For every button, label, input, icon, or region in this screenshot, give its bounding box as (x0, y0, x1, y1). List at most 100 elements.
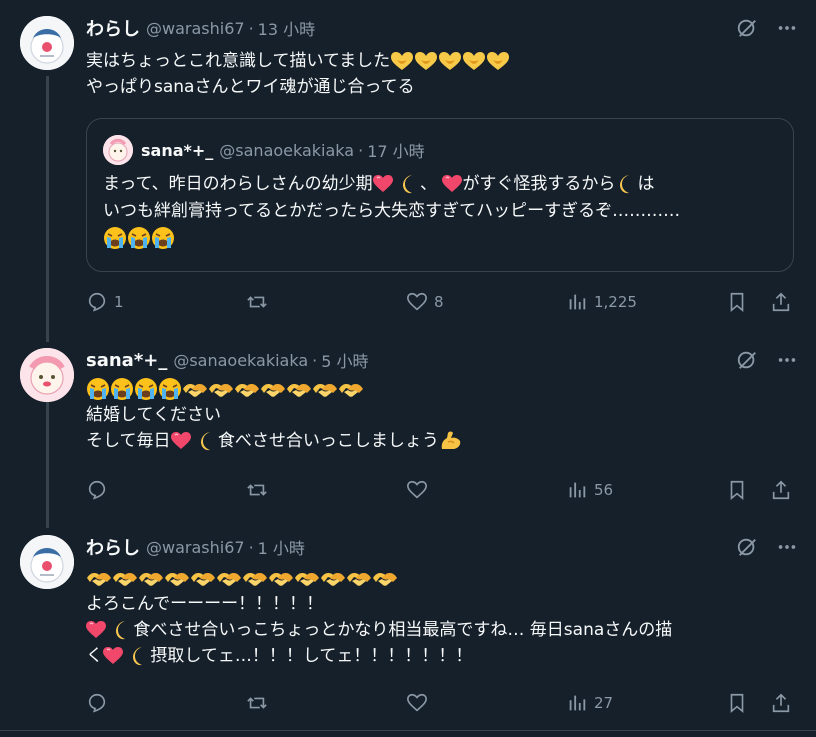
bookmark-button[interactable] (726, 290, 748, 314)
views-icon (569, 695, 586, 711)
handshake-emoji-icon (338, 378, 364, 400)
reply-button[interactable]: 1 (86, 290, 124, 314)
tweet-header: わらし @warashi67 · 1 小時 (86, 534, 305, 560)
text-fragment: 食べさせ合いっこちょっとかなり相当最高ですね… 毎日sanaさんの描 (133, 620, 673, 640)
retweet-icon (247, 697, 267, 709)
more-icon[interactable] (776, 536, 798, 558)
reply-icon (88, 693, 106, 713)
share-icon (772, 693, 790, 713)
share-button[interactable] (770, 691, 792, 715)
like-icon (407, 292, 427, 311)
share-button[interactable] (770, 290, 792, 314)
text-line: 実はちょっとこれ意識して描いてました (86, 51, 391, 71)
handshake-emoji-icon (216, 567, 242, 589)
like-button[interactable]: 8 (406, 290, 444, 314)
timestamp[interactable]: 5 小時 (321, 348, 368, 372)
reply-icon (88, 292, 106, 312)
text-fragment: がすぐ怪我するから (462, 174, 616, 194)
share-icon (772, 480, 790, 500)
grok-icon[interactable] (736, 536, 758, 558)
text-fragment: そして毎日 (86, 431, 171, 451)
retweet-icon (247, 296, 267, 308)
user-handle[interactable]: @warashi67 (146, 19, 245, 38)
text-fragment: 摂取してェ…！！！してェ！！！！！！！ (150, 646, 473, 666)
timestamp[interactable]: 1 小時 (258, 535, 305, 559)
heart-emoji-icon (171, 432, 191, 450)
handshake-emoji-icon (286, 378, 312, 400)
handshake-emoji-icon (182, 378, 208, 400)
bookmark-icon (730, 480, 744, 501)
reply-button[interactable] (86, 478, 114, 502)
like-icon (407, 480, 427, 499)
text-fragment: く (86, 646, 103, 666)
like-button[interactable] (406, 478, 434, 502)
bookmark-button[interactable] (726, 478, 748, 502)
display-name[interactable]: わらし (86, 534, 140, 560)
separator-dot: · (358, 140, 364, 160)
text-line: 結婚してください (86, 405, 221, 425)
avatar[interactable] (20, 348, 74, 402)
handshake-emoji-icon (164, 567, 190, 589)
moon-emoji-icon (615, 173, 637, 195)
tweet[interactable]: わらし @warashi67 · 13 小時 実はちょっとこれ意識して描いてまし… (0, 16, 816, 326)
grok-icon[interactable] (736, 17, 758, 39)
display-name[interactable]: わらし (86, 15, 140, 41)
heart-hands-emoji-icon (390, 51, 414, 71)
share-button[interactable] (770, 478, 792, 502)
heart-emoji-icon (103, 647, 123, 665)
user-handle[interactable]: @warashi67 (146, 538, 245, 557)
heart-hands-emoji-icon (438, 51, 462, 71)
views-count: 1,225 (594, 293, 637, 311)
display-name[interactable]: sana*+_ (86, 350, 167, 371)
crying-face-emoji-icon (158, 377, 182, 401)
heart-hands-emoji-icon (414, 51, 438, 71)
views-count: 27 (594, 694, 614, 712)
separator-dot: · (312, 350, 318, 370)
handshake-emoji-icon (86, 567, 112, 589)
heart-emoji-icon (373, 175, 393, 193)
views-icon (569, 294, 586, 310)
avatar[interactable] (20, 16, 74, 70)
more-icon[interactable] (776, 17, 798, 39)
handshake-emoji-icon (234, 378, 260, 400)
tweet-text: 実はちょっとこれ意識して描いてました やっぱりsanaさんとワイ魂が通じ合ってる (86, 48, 510, 100)
handshake-emoji-icon (268, 567, 294, 589)
handshake-emoji-icon (112, 567, 138, 589)
timestamp[interactable]: 13 小時 (258, 16, 315, 40)
avatar[interactable] (20, 535, 74, 589)
tweet[interactable]: わらし @warashi67 · 1 小時 よろこんでーーーー！！！！！ 食べさ… (0, 535, 816, 725)
like-icon (407, 693, 427, 712)
handshake-emoji-icon (242, 567, 268, 589)
heart-emoji-icon (442, 175, 462, 193)
moon-emoji-icon (128, 645, 150, 667)
moon-emoji-icon (196, 430, 218, 452)
like-count: 8 (434, 293, 444, 311)
quoted-display-name: sana*+_ (141, 140, 214, 160)
views-button[interactable]: 56 (566, 478, 613, 502)
handshake-emoji-icon (260, 378, 286, 400)
views-icon (569, 482, 586, 498)
quoted-user-handle: @sanaoekakiaka (219, 140, 355, 160)
retweet-button[interactable] (246, 290, 274, 314)
crying-face-emoji-icon (134, 377, 158, 401)
heart-hands-emoji-icon (462, 51, 486, 71)
tweet[interactable]: sana*+_ @sanaoekakiaka · 5 小時 結婚してください そ… (0, 348, 816, 518)
heart-hands-emoji-icon (486, 51, 510, 71)
like-button[interactable] (406, 691, 434, 715)
crying-face-emoji-icon (86, 377, 110, 401)
bookmark-button[interactable] (726, 691, 748, 715)
views-button[interactable]: 1,225 (566, 290, 637, 314)
quoted-tweet[interactable]: sana*+_ @sanaoekakiaka · 17 小時 まって、昨日のわら… (86, 118, 794, 272)
grok-icon[interactable] (736, 349, 758, 371)
retweet-button[interactable] (246, 691, 274, 715)
reply-button[interactable] (86, 691, 114, 715)
tweet-actions: 1 8 1,225 (86, 290, 796, 314)
handshake-emoji-icon (190, 567, 216, 589)
user-handle[interactable]: @sanaoekakiaka (173, 351, 308, 370)
retweet-button[interactable] (246, 478, 274, 502)
quoted-timestamp: 17 小時 (367, 142, 425, 161)
more-icon[interactable] (776, 349, 798, 371)
heart-emoji-icon (86, 621, 106, 639)
views-button[interactable]: 27 (566, 691, 613, 715)
text-fragment: は (637, 174, 655, 194)
